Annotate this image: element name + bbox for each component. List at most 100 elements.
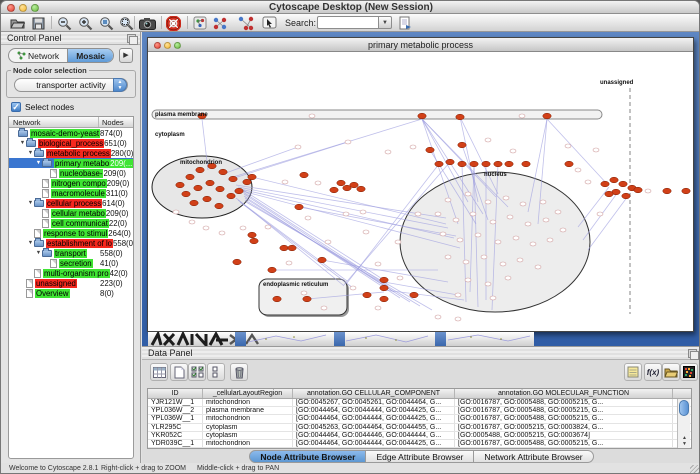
graph-node-small[interactable] (543, 218, 549, 222)
graph-node[interactable] (357, 186, 365, 192)
table-cell[interactable]: YJR121W__1 (148, 399, 203, 406)
help-icon[interactable] (165, 15, 182, 31)
graph-node[interactable] (229, 176, 237, 182)
table-row-ypl036w-1[interactable]: YPL036W__1mitochondrion[GO:0044464, GO:0… (148, 415, 691, 423)
graph-node-small[interactable] (301, 291, 307, 295)
table-cell[interactable]: cytoplasm (203, 432, 293, 439)
select-mode-icon[interactable] (261, 15, 278, 31)
table-cell[interactable]: plasma membrane (203, 407, 293, 414)
graph-node[interactable] (215, 203, 223, 209)
table-cell[interactable]: mitochondrion (203, 399, 293, 406)
graph-node[interactable] (194, 185, 202, 191)
table-cell[interactable]: mitochondrion (203, 415, 293, 422)
tab-network[interactable]: Network (9, 49, 67, 62)
graph-node-small[interactable] (360, 210, 366, 214)
graph-node[interactable] (482, 161, 490, 167)
expander-icon[interactable]: ▼ (27, 240, 34, 246)
tab-network-attribute-browser[interactable]: Network Attribute Browser (474, 450, 593, 463)
graph-node[interactable] (233, 259, 241, 265)
graph-node[interactable] (380, 285, 388, 291)
window-titlebar[interactable]: Cytoscape Desktop (New Session) (1, 1, 700, 14)
graph-node[interactable] (250, 238, 258, 244)
graph-node-small[interactable] (560, 228, 566, 232)
tab-edge-attribute-browser[interactable]: Edge Attribute Browser (366, 450, 474, 463)
table-cell[interactable]: YPL036W__2 (148, 407, 203, 414)
expander-icon[interactable]: ▼ (19, 140, 26, 146)
attribute-editor-icon[interactable] (624, 363, 642, 381)
table-cell[interactable]: [GO:0045267, GO:0045261, GO:0044464, G..… (293, 399, 455, 406)
unselect-attributes-icon[interactable] (207, 363, 225, 381)
graph-node-small[interactable] (645, 189, 651, 193)
zoom-out-icon[interactable] (56, 15, 73, 31)
graph-node-small[interactable] (505, 276, 511, 280)
graph-node-small[interactable] (481, 255, 487, 259)
graph-node[interactable] (196, 167, 204, 173)
graph-node[interactable] (458, 161, 466, 167)
zoom-in-icon[interactable] (77, 15, 94, 31)
graph-node-small[interactable] (286, 261, 292, 265)
table-cell[interactable]: [GO:0016787, GO:0005488, GO:0005215, G..… (455, 407, 673, 414)
column-header-annotation-go-cellular-component[interactable]: annotation.GO CELLULAR_COMPONENT (293, 389, 455, 398)
graph-node[interactable] (619, 181, 627, 187)
graph-node[interactable] (216, 186, 224, 192)
network-canvas[interactable]: plasma membranecytoplasmmitochondrionnuc… (148, 52, 693, 331)
tree-row-metabolic-process[interactable]: ▼metabolic process280(0) (9, 148, 133, 158)
search-input[interactable] (317, 16, 379, 29)
table-cell[interactable]: [GO:0044464, GO:0044446, GO:0044444, G..… (293, 432, 455, 439)
graph-node-small[interactable] (547, 238, 553, 242)
tab-node-attribute-browser[interactable]: Node Attribute Browser (249, 450, 366, 463)
graph-node[interactable] (268, 267, 276, 273)
scrollbar-thumb[interactable] (679, 400, 689, 416)
table-cell[interactable]: [GO:0044464, GO:0044444, GO:0044425, G..… (293, 407, 455, 414)
graph-node[interactable] (610, 177, 618, 183)
expander-icon[interactable]: ▼ (27, 150, 34, 156)
tree-row-mosaic-demo-yeast[interactable]: mosaic-demo-yeast874(0) (9, 128, 133, 138)
graph-node[interactable] (470, 161, 478, 167)
graph-node-small[interactable] (265, 225, 271, 229)
graph-node-small[interactable] (535, 265, 541, 269)
graph-node-small[interactable] (240, 226, 246, 230)
tree-row-response-to-stimul[interactable]: response to stimul264(0) (9, 228, 133, 238)
graph-node-small[interactable] (397, 276, 403, 280)
graph-node[interactable] (622, 193, 630, 199)
graph-node-small[interactable] (375, 262, 381, 266)
graph-node-small[interactable] (345, 140, 351, 144)
tree-row-nucleobase[interactable]: nucleobase-209(0) (9, 168, 133, 178)
graph-node[interactable] (206, 180, 214, 186)
graph-node-small[interactable] (445, 255, 451, 259)
graph-node-small[interactable] (519, 114, 525, 118)
graph-node[interactable] (363, 292, 371, 298)
graph-node-small[interactable] (485, 282, 491, 286)
table-vertical-scrollbar[interactable]: ▲ ▼ (677, 399, 690, 448)
graph-node[interactable] (682, 188, 690, 194)
graph-node-small[interactable] (593, 148, 599, 152)
graph-node-small[interactable] (565, 144, 571, 148)
tree-row-secretion[interactable]: secretion41(0) (9, 258, 133, 268)
tree-row-cellular-metabo[interactable]: cellular metabo209(0) (9, 208, 133, 218)
graph-node-small[interactable] (189, 220, 195, 224)
table-cell[interactable]: [GO:0044464, GO:0044444, GO:0044425, G..… (293, 415, 455, 422)
graph-node[interactable] (273, 296, 281, 302)
graph-node-small[interactable] (173, 210, 179, 214)
graph-node-small[interactable] (395, 240, 401, 244)
graph-node-small[interactable] (415, 212, 421, 216)
table-cell[interactable]: [GO:0016787, GO:0005488, GO:0005215, G..… (455, 440, 673, 447)
graph-node[interactable] (426, 147, 434, 153)
graph-node-small[interactable] (457, 238, 463, 242)
graph-node[interactable] (663, 188, 671, 194)
zoom-selected-icon[interactable] (98, 15, 115, 31)
graph-node-small[interactable] (513, 236, 519, 240)
graph-node-small[interactable] (343, 212, 349, 216)
graph-node-small[interactable] (507, 215, 513, 219)
graph-node-small[interactable] (445, 198, 451, 202)
graph-node-small[interactable] (455, 293, 461, 297)
graph-node[interactable] (380, 296, 388, 302)
graph-node[interactable] (543, 113, 551, 119)
search-dropdown-icon[interactable]: ▼ (379, 16, 392, 29)
graph-node[interactable] (456, 114, 464, 120)
reindex-search-icon[interactable] (397, 15, 414, 31)
expander-icon[interactable]: ▼ (35, 250, 42, 256)
table-row-yjr121w-1[interactable]: YJR121W__1mitochondrion[GO:0045267, GO:0… (148, 399, 691, 407)
graph-node[interactable] (248, 232, 256, 238)
table-cell[interactable]: YKR052C (148, 432, 203, 439)
